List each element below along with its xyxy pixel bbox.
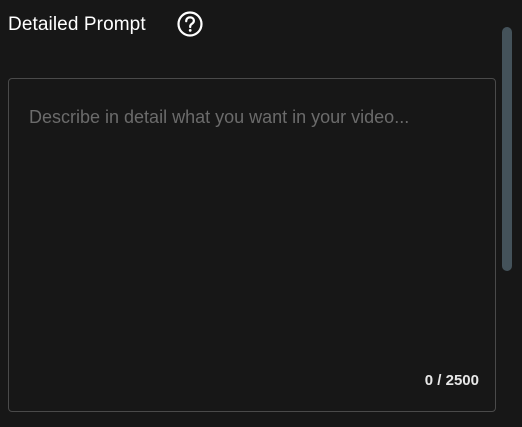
prompt-textarea[interactable] <box>9 79 495 359</box>
character-counter: 0 / 2500 <box>424 372 479 389</box>
prompt-header: Detailed Prompt <box>8 8 146 40</box>
prompt-box: 0 / 2500 <box>8 78 496 412</box>
question-circle-icon[interactable] <box>177 11 203 37</box>
prompt-title: Detailed Prompt <box>8 13 146 35</box>
scrollbar-thumb[interactable] <box>502 27 512 271</box>
